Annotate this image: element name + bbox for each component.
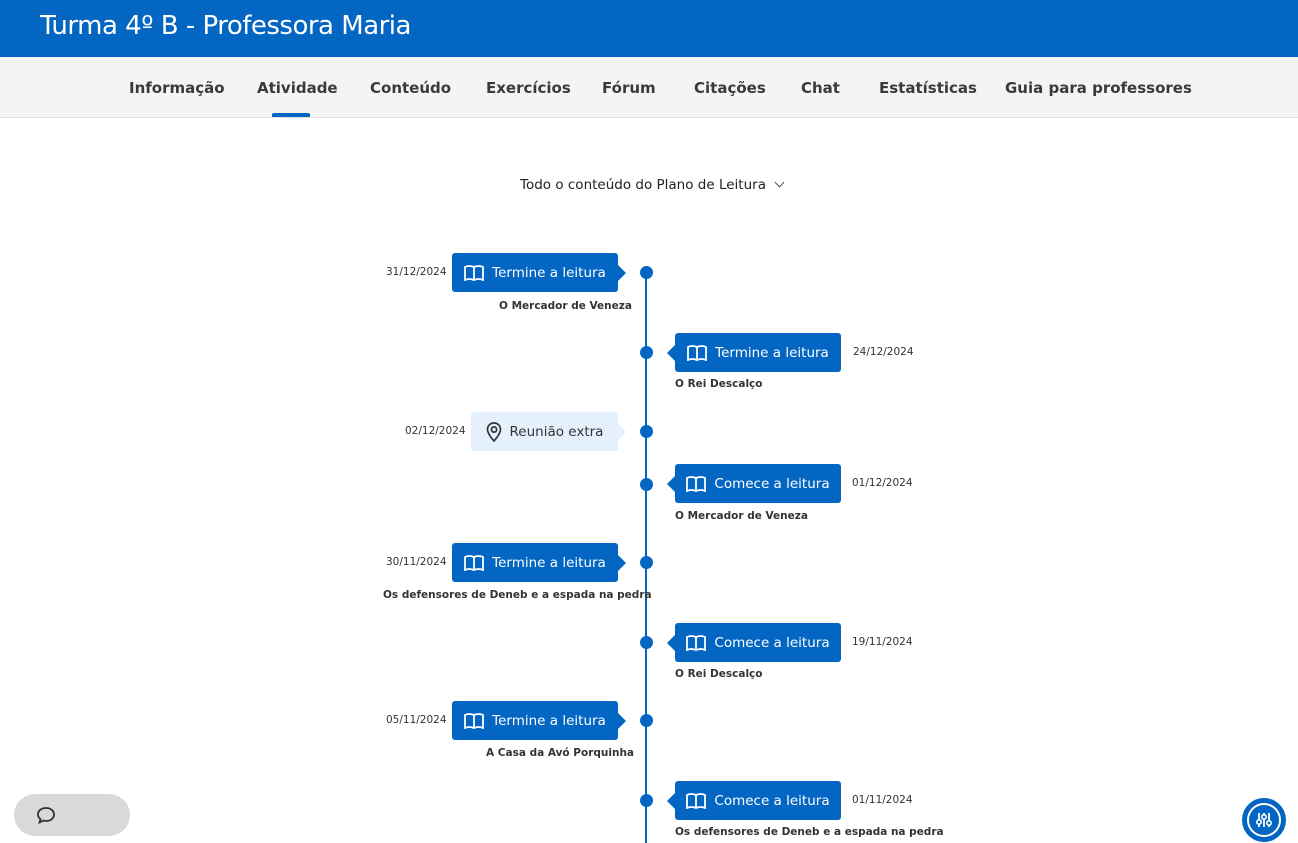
card-label: Termine a leitura (715, 344, 829, 361)
timeline-dot (640, 636, 653, 649)
timeline-date: 31/12/2024 (386, 266, 447, 278)
accessibility-settings-button[interactable] (1242, 798, 1286, 842)
tab-exercicios[interactable]: Exercícios (486, 79, 571, 97)
chat-bubble-icon (37, 807, 55, 824)
book-title: O Mercador de Veneza (675, 510, 808, 522)
card-label: Termine a leitura (492, 554, 606, 571)
book-icon (687, 344, 708, 361)
timeline-card-start-reading[interactable]: Comece a leitura (667, 464, 841, 503)
timeline-dot (640, 425, 653, 438)
book-icon (686, 792, 707, 809)
tab-chat[interactable]: Chat (801, 79, 840, 97)
timeline-dot (640, 794, 653, 807)
location-pin-icon (486, 421, 502, 442)
timeline-card-finish-reading[interactable]: Termine a leitura (452, 543, 626, 582)
timeline-date: 01/11/2024 (852, 794, 913, 806)
tab-citacoes[interactable]: Citações (694, 79, 766, 97)
chat-widget-button[interactable] (14, 794, 130, 836)
chevron-down-icon (774, 177, 785, 188)
tab-guia-professores[interactable]: Guia para professores (1005, 79, 1192, 97)
book-icon (686, 475, 707, 492)
content-filter-dropdown[interactable]: Todo o conteúdo do Plano de Leitura (520, 177, 785, 193)
timeline-card-finish-reading[interactable]: Termine a leitura (452, 701, 626, 740)
book-title: A Casa da Avó Porquinha (486, 747, 634, 759)
card-label: Comece a leitura (714, 634, 830, 651)
book-icon (686, 634, 707, 651)
timeline-card-meeting[interactable]: Reunião extra (471, 412, 626, 451)
card-label: Comece a leitura (714, 792, 830, 809)
tab-estatisticas[interactable]: Estatísticas (879, 79, 977, 97)
timeline-dot (640, 266, 653, 279)
timeline-date: 24/12/2024 (853, 346, 914, 358)
app-header: Turma 4º B - Professora Maria (0, 0, 1298, 57)
card-label: Reunião extra (509, 423, 604, 440)
page-title: Turma 4º B - Professora Maria (40, 11, 411, 41)
book-icon (464, 264, 485, 281)
tab-conteudo[interactable]: Conteúdo (370, 79, 451, 97)
timeline-date: 02/12/2024 (405, 425, 466, 437)
active-tab-indicator (272, 113, 310, 117)
timeline-card-start-reading[interactable]: Comece a leitura (667, 781, 841, 820)
book-title: O Rei Descalço (675, 668, 763, 680)
book-icon (464, 712, 485, 729)
timeline-dot (640, 478, 653, 491)
timeline-dot (640, 346, 653, 359)
timeline-date: 19/11/2024 (852, 636, 913, 648)
timeline-date: 30/11/2024 (386, 556, 447, 568)
timeline-date: 05/11/2024 (386, 714, 447, 726)
sliders-icon (1247, 803, 1281, 837)
book-title: O Rei Descalço (675, 378, 763, 390)
tab-atividade[interactable]: Atividade (257, 79, 338, 97)
filter-label: Todo o conteúdo do Plano de Leitura (520, 177, 766, 193)
book-title: Os defensores de Deneb e a espada na ped… (383, 589, 652, 601)
tab-informacao[interactable]: Informação (129, 79, 225, 97)
book-icon (464, 554, 485, 571)
book-title: Os defensores de Deneb e a espada na ped… (675, 826, 944, 838)
timeline-date: 01/12/2024 (852, 477, 913, 489)
card-label: Comece a leitura (714, 475, 830, 492)
timeline-card-finish-reading[interactable]: Termine a leitura (667, 333, 841, 372)
tab-forum[interactable]: Fórum (602, 79, 656, 97)
timeline-card-finish-reading[interactable]: Termine a leitura (452, 253, 626, 292)
timeline-dot (640, 714, 653, 727)
timeline-card-start-reading[interactable]: Comece a leitura (667, 623, 841, 662)
card-label: Termine a leitura (492, 264, 606, 281)
timeline-dot (640, 556, 653, 569)
book-title: O Mercador de Veneza (499, 300, 632, 312)
card-label: Termine a leitura (492, 712, 606, 729)
main-nav: Informação Atividade Conteúdo Exercícios… (0, 57, 1298, 118)
